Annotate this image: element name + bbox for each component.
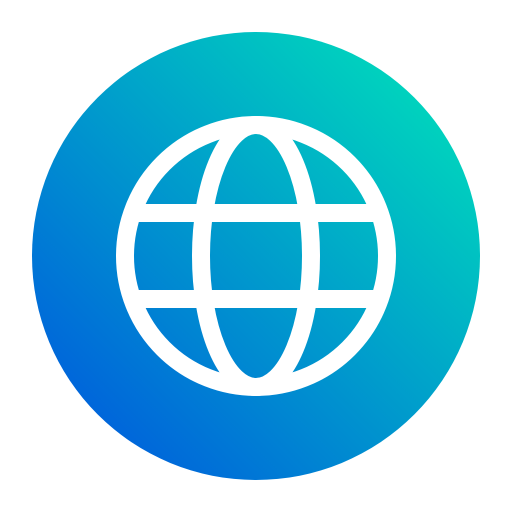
- globe-app-icon-svg: [32, 32, 480, 480]
- app-icon[interactable]: [0, 0, 512, 512]
- icon-background-circle: [32, 32, 480, 480]
